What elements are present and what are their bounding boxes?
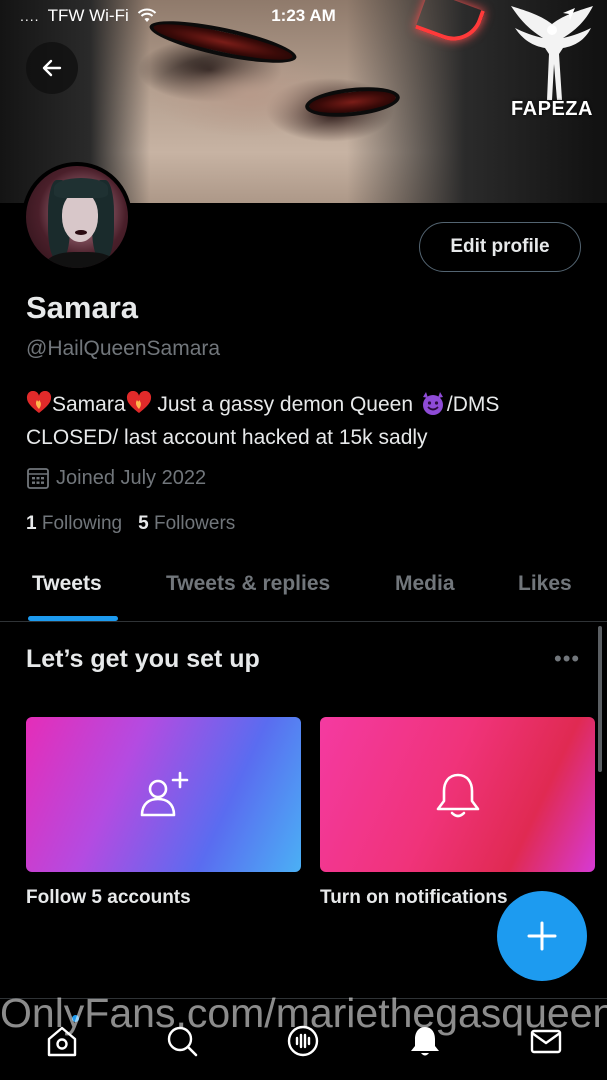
- home-icon[interactable]: [44, 1023, 80, 1059]
- tab-media[interactable]: Media: [395, 572, 455, 596]
- following-label: Following: [41, 513, 123, 534]
- followers-link[interactable]: 5 Followers: [138, 513, 235, 535]
- notifications-icon[interactable]: [407, 1023, 443, 1059]
- search-icon[interactable]: [164, 1023, 200, 1059]
- spaces-icon[interactable]: [285, 1023, 321, 1059]
- following-count: 1: [26, 513, 37, 534]
- follow-accounts-label: Follow 5 accounts: [26, 887, 191, 908]
- angel-logo-icon: [511, 6, 593, 100]
- avatar-fringe: [54, 178, 108, 198]
- joined-label: Joined July 2022: [56, 466, 207, 489]
- tab-tweets-replies[interactable]: Tweets & replies: [166, 572, 330, 596]
- more-options-button[interactable]: •••: [554, 646, 580, 672]
- turn-on-notifications-label: Turn on notifications: [320, 887, 508, 908]
- compose-tweet-button[interactable]: [497, 891, 587, 981]
- follow-stats: 1 Following 5 Followers: [26, 513, 235, 535]
- tab-likes[interactable]: Likes: [518, 572, 572, 596]
- follow-accounts-card[interactable]: [26, 717, 301, 872]
- heart-on-fire-icon: [26, 390, 52, 413]
- plus-icon: [527, 921, 557, 951]
- active-tab-indicator: [28, 616, 118, 621]
- avatar-lips: [75, 230, 87, 235]
- bio-text: Just a gassy demon Queen: [151, 393, 419, 416]
- joined-date: Joined July 2022: [26, 466, 206, 490]
- turn-on-notifications-card[interactable]: [320, 717, 595, 872]
- calendar-icon: [27, 468, 49, 489]
- scrollbar[interactable]: [598, 626, 602, 772]
- watermark-logo: FAPEZA: [507, 4, 597, 121]
- bell-icon: [436, 773, 479, 817]
- heart-on-fire-icon: [126, 390, 151, 413]
- avatar-body: [46, 252, 116, 268]
- profile-handle: @HailQueenSamara: [26, 337, 221, 360]
- avatar[interactable]: [22, 162, 132, 272]
- followers-label: Followers: [153, 513, 236, 534]
- edit-profile-button[interactable]: Edit profile: [419, 222, 581, 272]
- back-arrow-icon: [42, 59, 62, 77]
- profile-bio: Samara Just a gassy demon Queen /DMS CLO…: [26, 388, 586, 454]
- followers-count: 5: [138, 513, 149, 534]
- smiling-devil-icon: [422, 392, 443, 415]
- add-user-icon: [140, 771, 188, 816]
- back-button[interactable]: [26, 42, 78, 94]
- messages-icon[interactable]: [528, 1023, 564, 1059]
- bio-name: Samara: [52, 393, 126, 416]
- bio-line2: CLOSED/ last account hacked at 15k sadly: [26, 426, 428, 449]
- setup-title: Let’s get you set up: [26, 645, 260, 673]
- bottom-navigation: [0, 998, 607, 1080]
- following-link[interactable]: 1 Following: [26, 513, 122, 535]
- bio-text-end: /DMS: [446, 393, 500, 416]
- home-unread-dot: [72, 1015, 79, 1022]
- watermark-label: FAPEZA: [511, 98, 593, 120]
- profile-name: Samara: [26, 290, 139, 325]
- profile-tabs: Tweets Tweets & replies Media Likes: [0, 560, 607, 622]
- tab-tweets[interactable]: Tweets: [32, 572, 102, 596]
